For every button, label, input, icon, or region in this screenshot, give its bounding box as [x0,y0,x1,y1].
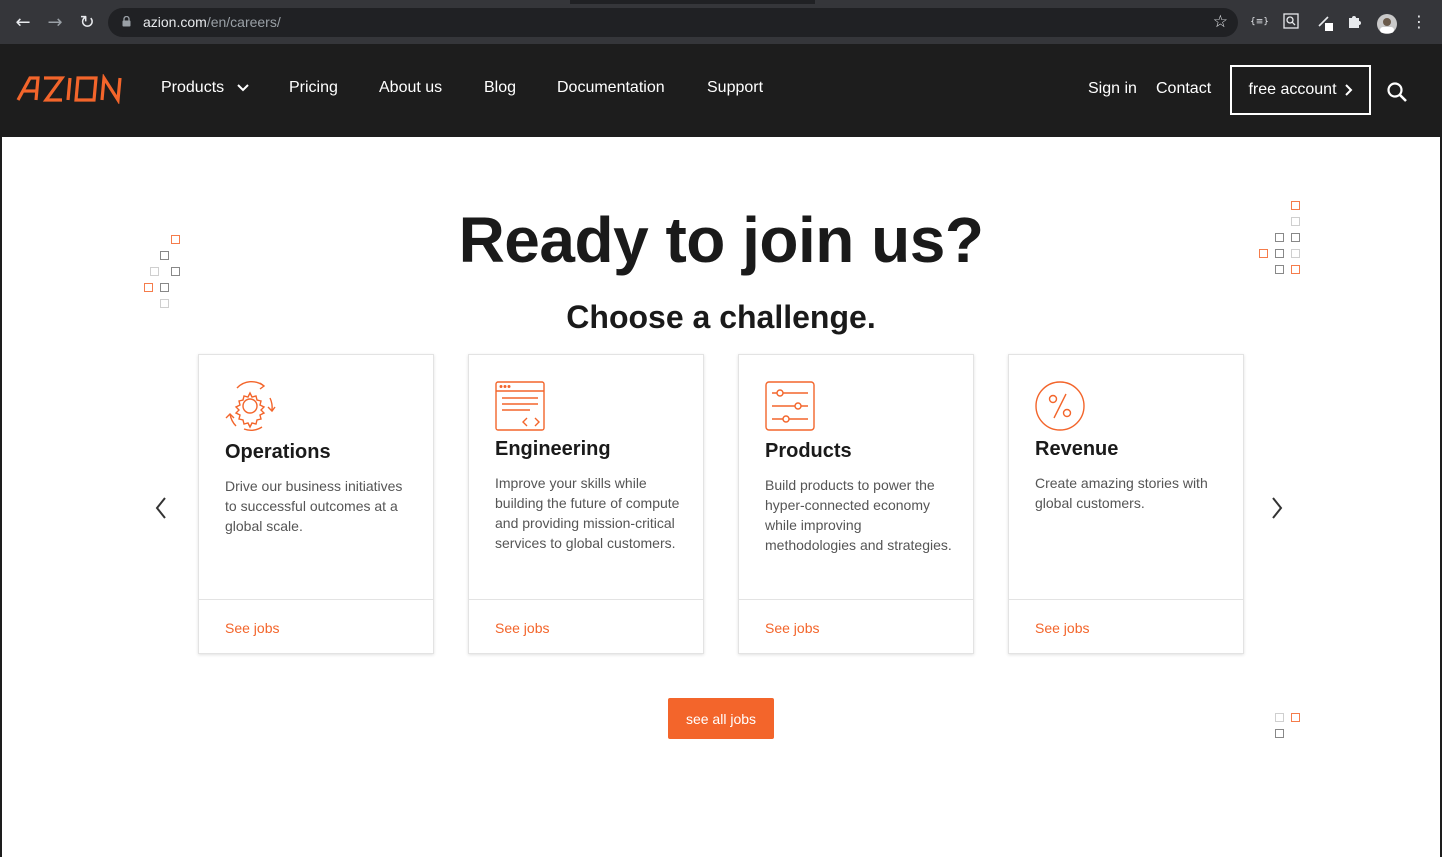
careers-section: Ready to join us? Choose a challenge. Op… [2,137,1440,857]
percent-icon [1035,381,1085,431]
card-products: Products Build products to power the hyp… [738,354,974,654]
nav-pricing[interactable]: Pricing [289,79,338,97]
free-account-button[interactable]: free account [1230,65,1371,115]
forward-arrow-icon[interactable]: → [44,12,66,34]
card-title: Revenue [1035,438,1119,460]
gear-cycle-icon [225,381,276,431]
reload-icon[interactable]: ↻ [76,12,98,34]
card-divider [199,599,433,600]
chevron-down-icon [236,84,249,92]
code-window-icon [495,381,545,431]
nav-documentation[interactable]: Documentation [557,79,665,97]
contact-link[interactable]: Contact [1156,80,1211,98]
address-bar[interactable]: azion.com/en/careers/ ☆ [108,8,1238,37]
extension-icon[interactable]: {≡} [1250,13,1269,31]
pen-extension-icon[interactable] [1316,13,1334,31]
see-jobs-link-revenue[interactable]: See jobs [1035,620,1089,636]
nav-support[interactable]: Support [707,79,763,97]
site-header: Products Pricing About us Blog Documenta… [2,44,1440,137]
lock-icon [122,16,131,27]
card-description: Create amazing stories with global custo… [1035,475,1208,511]
chevron-right-icon [1344,84,1352,96]
card-title: Products [765,440,852,462]
sign-in-link[interactable]: Sign in [1088,80,1137,98]
see-all-jobs-button[interactable]: see all jobs [668,698,774,739]
card-divider [739,599,973,600]
tab-strip [0,0,1442,4]
carousel-prev-icon[interactable] [152,495,172,521]
back-arrow-icon[interactable]: ← [12,12,34,34]
azion-logo[interactable] [16,73,132,109]
card-title: Engineering [495,438,611,460]
puzzle-extensions-icon[interactable] [1346,13,1364,31]
card-engineering: Engineering Improve your skills while bu… [468,354,704,654]
azion-logo-icon [16,73,122,105]
see-jobs-link-operations[interactable]: See jobs [225,620,279,636]
nav-about-us[interactable]: About us [379,79,442,97]
page-subtitle: Choose a challenge. [566,299,876,335]
browser-toolbar: ← → ↻ azion.com/en/careers/ ☆ {≡} ⋮ [0,0,1442,44]
see-jobs-link-engineering[interactable]: See jobs [495,620,549,636]
url-text: azion.com/en/careers/ [143,14,281,30]
card-revenue: Revenue Create amazing stories with glob… [1008,354,1244,654]
card-operations: Operations Drive our business initiative… [198,354,434,654]
card-description: Improve your skills while building the f… [495,475,680,551]
bookmark-star-icon[interactable]: ☆ [1213,12,1228,32]
nav-blog[interactable]: Blog [484,79,516,97]
card-title: Operations [225,441,331,463]
menu-kebab-icon[interactable]: ⋮ [1410,13,1428,31]
card-divider [469,599,703,600]
card-description: Drive our business initiatives to succes… [225,478,403,534]
card-description: Build products to power the hyper-connec… [765,477,952,553]
search-icon[interactable] [1386,81,1408,103]
sliders-icon [765,381,815,431]
extension-search-icon[interactable] [1282,13,1300,31]
card-divider [1009,599,1243,600]
nav-products[interactable]: Products [161,79,249,97]
carousel-next-icon[interactable] [1266,495,1286,521]
see-jobs-link-products[interactable]: See jobs [765,620,819,636]
free-account-label: free account [1248,81,1337,98]
profile-avatar-icon[interactable] [1376,13,1397,34]
page-title: Ready to join us? [458,204,984,276]
